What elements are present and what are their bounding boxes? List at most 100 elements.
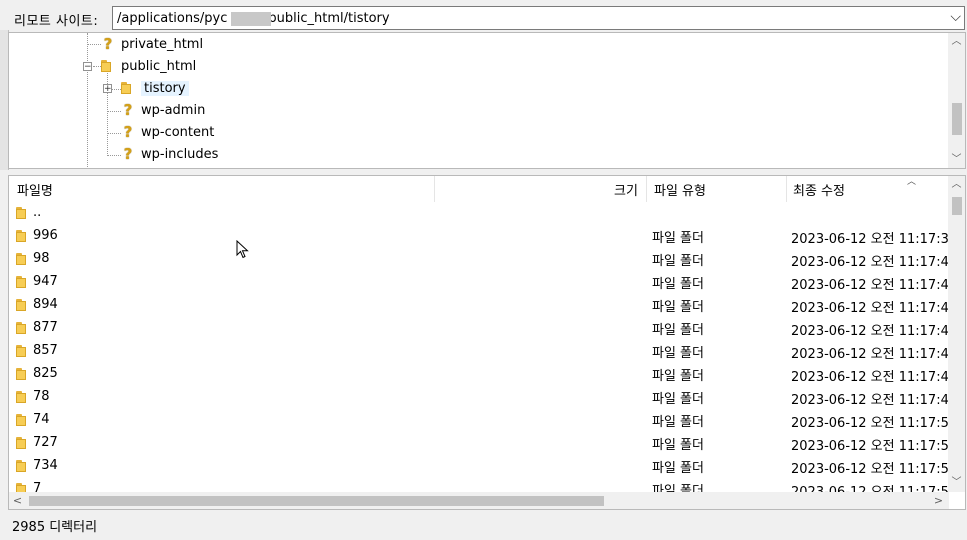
folder-icon <box>16 207 30 219</box>
file-name: .. <box>33 205 42 220</box>
remote-directory-tree: ? private_html − public_html + tistory ?… <box>8 32 966 169</box>
table-row[interactable]: 857 파일 폴더 2023-06-12 오전 11:17:4 <box>9 340 949 363</box>
table-row[interactable]: 947 파일 폴더 2023-06-12 오전 11:17:4 <box>9 271 949 294</box>
file-modified: 2023-06-12 오전 11:17:4 <box>791 370 949 385</box>
folder-icon <box>16 253 30 265</box>
column-separator[interactable] <box>786 176 787 202</box>
collapse-icon[interactable]: − <box>83 62 92 72</box>
scroll-up-icon[interactable]: ︿ <box>948 176 965 193</box>
tree-vertical-scrollbar[interactable]: ︿ ﹀ <box>948 33 965 168</box>
file-type: 파일 폴더 <box>652 369 704 384</box>
table-row[interactable]: 727 파일 폴더 2023-06-12 오전 11:17:5 <box>9 432 949 455</box>
file-type: 파일 폴더 <box>652 231 704 246</box>
scrollbar-thumb[interactable] <box>952 197 962 215</box>
file-modified: 2023-06-12 오전 11:17:5 <box>791 416 949 431</box>
column-header-modified[interactable]: 최종 수정 <box>793 180 845 199</box>
expand-icon[interactable]: + <box>103 84 112 94</box>
file-type: 파일 폴더 <box>652 277 704 292</box>
column-header-size[interactable]: 크기 <box>614 180 638 199</box>
file-name: 996 <box>33 228 58 243</box>
table-row[interactable]: 825 파일 폴더 2023-06-12 오전 11:17:4 <box>9 363 949 386</box>
file-type: 파일 폴더 <box>652 300 704 315</box>
column-header-type[interactable]: 파일 유형 <box>654 180 706 199</box>
folder-icon <box>16 299 30 311</box>
tree-item-wp-admin[interactable]: ? wp-admin <box>121 100 206 120</box>
file-type: 파일 폴더 <box>652 461 704 476</box>
scrollbar-thumb[interactable] <box>952 103 962 135</box>
column-separator[interactable] <box>434 176 435 202</box>
question-folder-icon: ? <box>123 100 133 119</box>
folder-icon <box>16 345 30 357</box>
folder-icon <box>16 322 30 334</box>
tree-item-private-html[interactable]: ? private_html <box>101 34 203 54</box>
tree-item-tistory[interactable]: tistory <box>121 78 189 98</box>
question-folder-icon: ? <box>123 122 133 141</box>
folder-icon <box>101 60 115 72</box>
table-row[interactable]: 996 파일 폴더 2023-06-12 오전 11:17:3 <box>9 225 949 248</box>
file-name: 78 <box>33 389 50 404</box>
status-bar-text: 2985 디렉터리 <box>12 520 98 535</box>
tree-item-label: wp-content <box>141 124 215 140</box>
file-type: 파일 폴더 <box>652 323 704 338</box>
file-modified: 2023-06-12 오전 11:17:4 <box>791 347 949 362</box>
folder-icon <box>16 437 30 449</box>
remote-site-bar: 리모트 사이트: ⌵ <box>8 5 966 31</box>
table-row[interactable]: 98 파일 폴더 2023-06-12 오전 11:17:4 <box>9 248 949 271</box>
question-folder-icon: ? <box>123 144 133 163</box>
file-type: 파일 폴더 <box>652 392 704 407</box>
folder-icon <box>16 391 30 403</box>
file-type: 파일 폴더 <box>652 346 704 361</box>
scroll-down-icon[interactable]: ﹀ <box>948 474 965 491</box>
file-type: 파일 폴더 <box>652 254 704 269</box>
column-separator[interactable] <box>646 176 647 202</box>
folder-icon <box>16 368 30 380</box>
tree-connector <box>107 111 121 112</box>
tree-item-wp-content[interactable]: ? wp-content <box>121 122 215 142</box>
question-folder-icon: ? <box>103 34 113 53</box>
scroll-up-icon[interactable]: ︿ <box>948 33 965 50</box>
folder-icon <box>16 230 30 242</box>
redacted-block <box>231 12 271 26</box>
file-type: 파일 폴더 <box>652 415 704 430</box>
table-row[interactable]: 734 파일 폴더 2023-06-12 오전 11:17:5 <box>9 455 949 478</box>
file-name: 894 <box>33 297 58 312</box>
file-name: 877 <box>33 320 58 335</box>
scroll-left-icon[interactable]: < <box>9 492 26 509</box>
file-modified: 2023-06-12 오전 11:17:5 <box>791 439 949 454</box>
list-vertical-scrollbar[interactable]: ︿ ﹀ <box>948 176 965 492</box>
tree-connector <box>107 133 121 134</box>
folder-icon <box>16 414 30 426</box>
table-row[interactable]: 894 파일 폴더 2023-06-12 오전 11:17:4 <box>9 294 949 317</box>
file-name: 825 <box>33 366 58 381</box>
remote-site-label: 리모트 사이트: <box>14 14 99 29</box>
scroll-down-icon[interactable]: ﹀ <box>948 151 965 168</box>
sort-ascending-icon: ︿ <box>907 177 917 187</box>
tree-connector <box>87 33 88 167</box>
file-modified: 2023-06-12 오전 11:17:4 <box>791 301 949 316</box>
table-row[interactable]: .. <box>9 202 949 225</box>
scrollbar-thumb[interactable] <box>29 496 604 506</box>
chevron-down-icon[interactable]: ⌵ <box>950 9 961 25</box>
file-modified: 2023-06-12 오전 11:17:4 <box>791 393 949 408</box>
tree-item-label: tistory <box>141 80 189 96</box>
remote-path-combobox[interactable]: ⌵ <box>112 6 965 30</box>
file-type: 파일 폴더 <box>652 438 704 453</box>
file-modified: 2023-06-12 오전 11:17:3 <box>791 232 949 247</box>
tree-item-label: wp-admin <box>141 102 206 118</box>
tree-item-public-html[interactable]: public_html <box>101 56 196 76</box>
file-name: 98 <box>33 251 50 266</box>
file-modified: 2023-06-12 오전 11:17:4 <box>791 255 949 270</box>
list-horizontal-scrollbar[interactable]: < > <box>9 492 949 509</box>
tree-connector <box>107 155 121 156</box>
file-name: 727 <box>33 435 58 450</box>
table-row[interactable]: 74 파일 폴더 2023-06-12 오전 11:17:5 <box>9 409 949 432</box>
table-row[interactable]: 877 파일 폴더 2023-06-12 오전 11:17:4 <box>9 317 949 340</box>
column-header-filename[interactable]: 파일명 <box>17 180 53 199</box>
file-modified: 2023-06-12 오전 11:17:4 <box>791 324 949 339</box>
tree-item-wp-includes[interactable]: ? wp-includes <box>121 144 219 164</box>
file-name: 857 <box>33 343 58 358</box>
tree-connector <box>93 66 101 67</box>
remote-file-list: 파일명 크기 파일 유형 최종 수정 ︿ .. 996 파일 폴더 2023-06-1… <box>8 175 966 510</box>
scroll-right-icon[interactable]: > <box>930 492 947 509</box>
table-row[interactable]: 78 파일 폴더 2023-06-12 오전 11:17:4 <box>9 386 949 409</box>
